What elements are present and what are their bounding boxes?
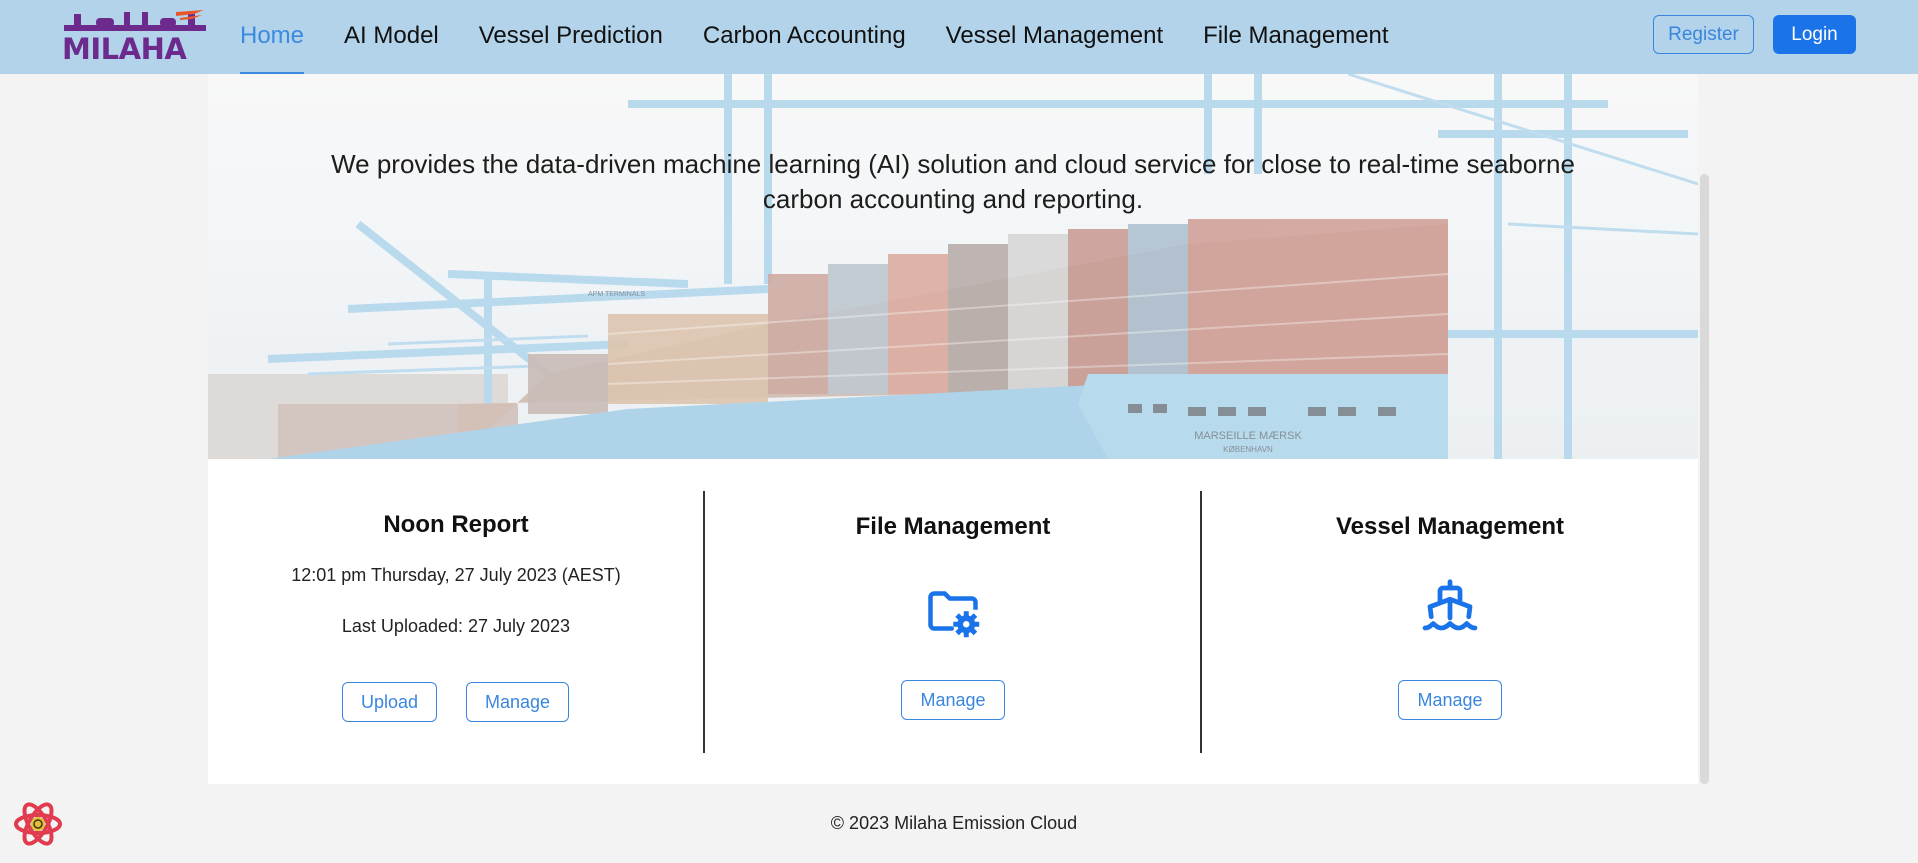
- container-ship-image: MARSEILLE MÆRSK KØBENHAVN APM TERMINALS: [208, 74, 1698, 459]
- top-navbar: MILAHA Home AI Model Vessel Prediction C…: [0, 0, 1918, 74]
- register-button[interactable]: Register: [1653, 15, 1754, 54]
- hero-banner: MARSEILLE MÆRSK KØBENHAVN APM TERMINALS …: [208, 74, 1698, 459]
- noon-report-title: Noon Report: [383, 511, 529, 538]
- noon-report-datetime: 12:01 pm Thursday, 27 July 2023 (AEST): [291, 565, 621, 585]
- noon-report-manage-button[interactable]: Manage: [466, 682, 569, 722]
- logo-text: MILAHA: [62, 32, 187, 66]
- noon-report-card: Noon Report 12:01 pm Thursday, 27 July 2…: [208, 459, 704, 784]
- ship-icon: [1422, 579, 1478, 631]
- page-scrollbar[interactable]: [1700, 174, 1709, 784]
- main-nav: Home AI Model Vessel Prediction Carbon A…: [240, 0, 1429, 74]
- login-button[interactable]: Login: [1773, 15, 1856, 54]
- react-devtools-icon[interactable]: [12, 798, 64, 850]
- main-container: MARSEILLE MÆRSK KØBENHAVN APM TERMINALS …: [208, 74, 1698, 784]
- logo-arabic-script: [64, 10, 206, 31]
- upload-button[interactable]: Upload: [342, 682, 437, 722]
- footer-copyright: © 2023 Milaha Emission Cloud: [830, 813, 1078, 833]
- nav-vessel-management[interactable]: Vessel Management: [946, 0, 1163, 74]
- vessel-management-card: Vessel Management: [1202, 459, 1698, 784]
- milaha-logo[interactable]: MILAHA: [62, 6, 210, 66]
- nav-home[interactable]: Home: [240, 0, 305, 74]
- nav-file-management[interactable]: File Management: [1203, 0, 1388, 74]
- file-management-title: File Management: [855, 513, 1051, 540]
- vessel-management-manage-button[interactable]: Manage: [1398, 680, 1502, 720]
- folder-gear-icon: [928, 591, 980, 638]
- file-management-card: File Management: [705, 459, 1201, 784]
- vessel-management-title: Vessel Management: [1335, 513, 1565, 540]
- hero-tagline: We provides the data-driven machine lear…: [331, 149, 1575, 214]
- file-management-manage-button[interactable]: Manage: [901, 680, 1005, 720]
- noon-report-last-uploaded: Last Uploaded: 27 July 2023: [341, 616, 571, 636]
- nav-carbon-accounting[interactable]: Carbon Accounting: [703, 0, 906, 74]
- nav-vessel-prediction[interactable]: Vessel Prediction: [479, 0, 663, 74]
- nav-ai-model[interactable]: AI Model: [344, 0, 439, 74]
